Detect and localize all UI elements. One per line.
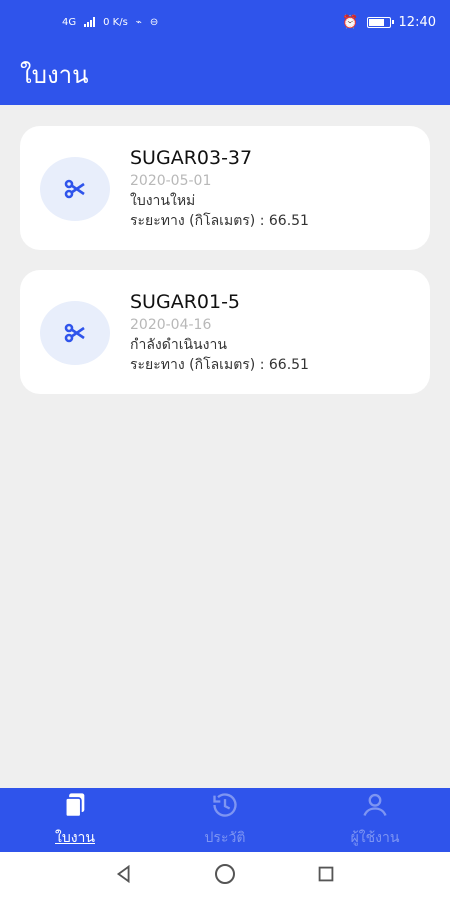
alarm-icon: ⏰ [342,14,359,30]
job-date: 2020-04-16 [130,317,212,333]
document-icon [61,791,89,823]
scissors-icon [40,301,110,365]
nav-item-jobs[interactable]: ใบงาน [0,788,150,852]
system-navigation-bar [0,852,450,900]
bottom-navigation: ใบงาน ประวัติ ผู้ใช้งาน [0,788,450,852]
history-icon [211,791,239,823]
nav-label-jobs: ใบงาน [55,830,95,846]
job-code: SUGAR01-5 [130,291,241,313]
home-icon[interactable] [213,862,237,890]
page-title: ใบงาน [20,61,89,89]
job-card-body: SUGAR01-5 2020-04-16 กำลังดำเนินงาน ระยะ… [130,290,309,375]
nav-label-user: ผู้ใช้งาน [350,830,400,846]
network-text: 4G [62,16,77,28]
status-bar: 4G 0 K/s ⌁ ⊖ ⏰ 12:40 [0,0,450,44]
job-status: ใบงานใหม่ [130,193,196,209]
job-distance: ระยะทาง (กิโลเมตร) : 66.51 [130,213,309,229]
job-code: SUGAR03-37 [130,147,253,169]
scissors-icon [40,157,110,221]
nav-item-history[interactable]: ประวัติ [150,788,300,852]
job-distance: ระยะทาง (กิโลเมตร) : 66.51 [130,357,309,373]
network-speed: 0 K/s [103,16,128,28]
job-card-body: SUGAR03-37 2020-05-01 ใบงานใหม่ ระยะทาง … [130,146,309,231]
status-right: ⏰ 12:40 [342,15,436,30]
job-list: SUGAR03-37 2020-05-01 ใบงานใหม่ ระยะทาง … [20,126,430,414]
dnd-icon: ⊖ [149,16,159,28]
app-bar: ใบงาน [0,44,450,105]
status-time: 12:40 [398,14,436,30]
status-left: 4G 0 K/s ⌁ ⊖ [62,17,158,28]
usb-icon: ⌁ [135,16,142,28]
job-card[interactable]: SUGAR01-5 2020-04-16 กำลังดำเนินงาน ระยะ… [20,270,430,394]
battery-icon [366,16,394,28]
back-icon[interactable] [113,863,135,889]
recents-icon[interactable] [315,863,337,889]
nav-label-history: ประวัติ [204,830,246,846]
nav-item-user[interactable]: ผู้ใช้งาน [300,788,450,852]
job-card[interactable]: SUGAR03-37 2020-05-01 ใบงานใหม่ ระยะทาง … [20,126,430,250]
signal-icon [84,17,96,27]
job-status: กำลังดำเนินงาน [130,337,227,353]
job-date: 2020-05-01 [130,173,212,189]
user-icon [361,791,389,823]
